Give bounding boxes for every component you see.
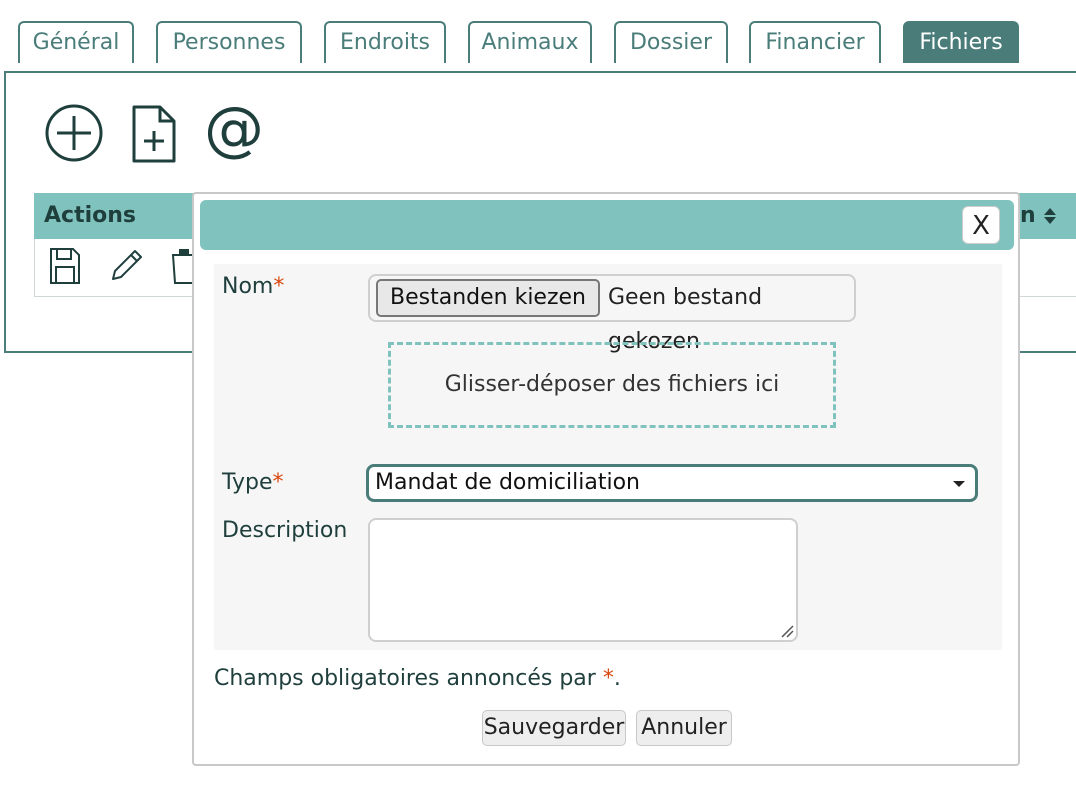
required-asterisk: * <box>272 470 284 495</box>
required-fields-note: Champs obligatoires annoncés par *. <box>214 666 621 691</box>
dialog-close-button[interactable]: X <box>962 206 1000 244</box>
tab-dossier[interactable]: Dossier <box>614 21 728 63</box>
sort-icon[interactable] <box>1043 207 1057 225</box>
upload-form: Nom* Bestanden kiezen Geen bestand gekoz… <box>214 264 1002 650</box>
type-label: Type* <box>222 470 284 495</box>
column-header-partial[interactable]: n <box>1020 193 1057 239</box>
required-asterisk: * <box>602 666 614 691</box>
required-asterisk: * <box>273 274 285 299</box>
add-circle-icon[interactable] <box>44 103 104 167</box>
file-input[interactable]: Bestanden kiezen Geen bestand gekozen <box>368 274 856 354</box>
cancel-button[interactable]: Annuler <box>636 710 732 746</box>
svg-text:@: @ <box>204 97 264 161</box>
save-button[interactable]: Sauvegarder <box>482 710 626 746</box>
choose-files-button[interactable]: Bestanden kiezen <box>376 279 600 317</box>
dialog-title-bar[interactable]: X <box>200 200 1014 250</box>
upload-dialog: X Nom* Bestanden kiezen Geen bestand gek… <box>192 192 1020 766</box>
type-select[interactable]: Mandat de domiciliation <box>366 464 978 502</box>
tab-personnes[interactable]: Personnes <box>156 21 302 63</box>
description-textarea[interactable] <box>368 518 798 642</box>
file-dropzone[interactable]: Glisser-déposer des fichiers ici <box>388 342 836 428</box>
column-actions-header: Actions <box>44 203 136 228</box>
tab-bar: Général Personnes Endroits Animaux Dossi… <box>0 0 1076 64</box>
edit-pencil-icon[interactable] <box>107 247 145 289</box>
tab-fichiers[interactable]: Fichiers <box>903 21 1019 63</box>
save-icon[interactable] <box>49 247 81 289</box>
chevron-down-icon <box>953 481 965 487</box>
new-document-icon[interactable] <box>130 103 178 169</box>
type-select-value: Mandat de domiciliation <box>375 470 640 495</box>
email-at-icon[interactable]: @ <box>202 94 266 165</box>
tab-financier[interactable]: Financier <box>749 21 881 63</box>
tab-animaux[interactable]: Animaux <box>468 21 592 63</box>
name-label: Nom* <box>222 274 285 299</box>
resize-grip-icon[interactable] <box>780 624 794 638</box>
description-label: Description <box>222 518 348 543</box>
tab-endroits[interactable]: Endroits <box>324 21 446 63</box>
tab-general[interactable]: Général <box>18 21 134 63</box>
